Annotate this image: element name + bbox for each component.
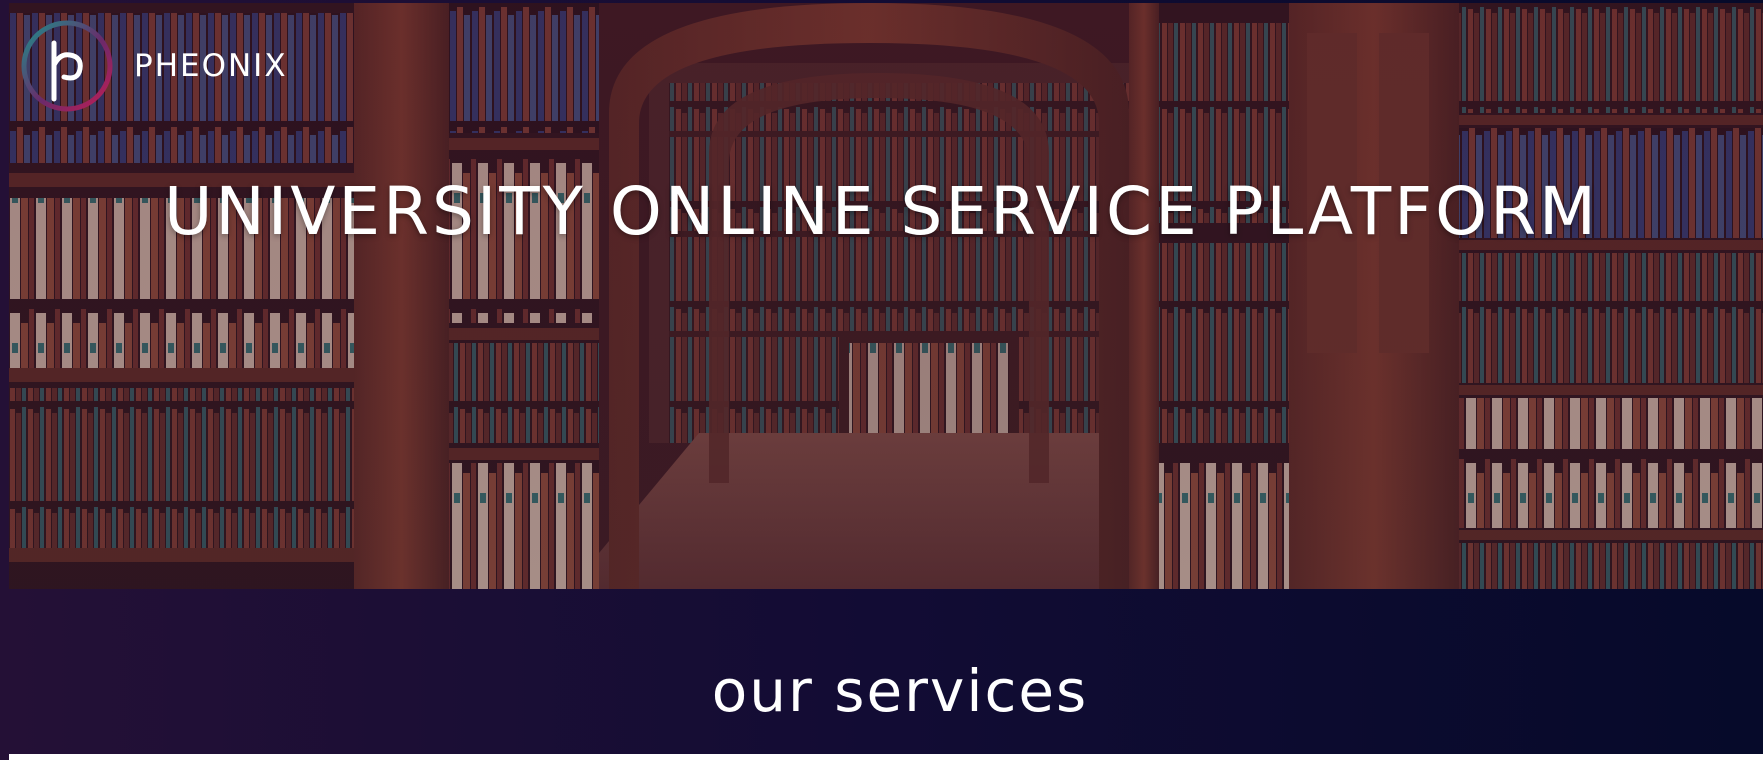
hero-title: UNIVERSITY ONLINE SERVICE PLATFORM bbox=[164, 173, 1599, 250]
page: PHEONIX UNIVERSITY ONLINE SERVICE PLATFO… bbox=[0, 0, 1763, 760]
services-heading: our services bbox=[711, 657, 1089, 725]
brand[interactable]: PHEONIX bbox=[20, 18, 288, 114]
pheonix-logo-icon bbox=[21, 20, 113, 112]
brand-name: PHEONIX bbox=[134, 48, 288, 84]
services-content-panel bbox=[9, 754, 1763, 760]
